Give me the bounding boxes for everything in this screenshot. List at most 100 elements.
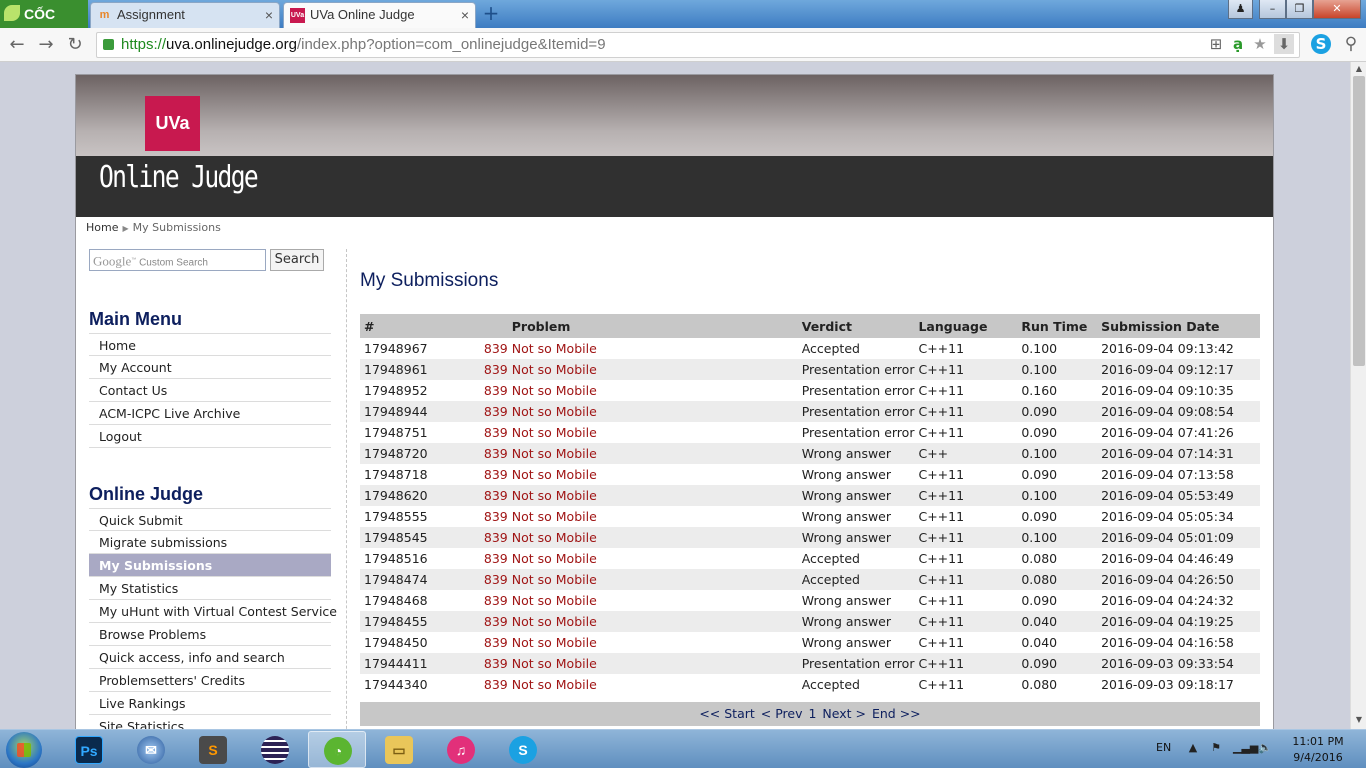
system-clock[interactable]: 11:01 PM 9/4/2016 bbox=[1286, 734, 1350, 766]
problem-id-link[interactable]: 839 bbox=[480, 425, 508, 440]
page-scrollbar[interactable]: ▲ ▼ bbox=[1350, 62, 1366, 729]
close-tab-icon[interactable]: × bbox=[265, 3, 273, 27]
reload-button[interactable]: ↻ bbox=[64, 34, 86, 56]
problem-id-link[interactable]: 839 bbox=[480, 593, 508, 608]
problem-id-link[interactable]: 839 bbox=[480, 446, 508, 461]
taskbar-coccoc-browser[interactable]: ◔ bbox=[308, 731, 366, 768]
menu-item-uhunt[interactable]: My uHunt with Virtual Contest Service bbox=[89, 600, 337, 623]
close-tab-icon[interactable]: × bbox=[461, 3, 469, 27]
menu-item-home[interactable]: Home bbox=[89, 333, 331, 356]
download-icon[interactable]: ⬇ bbox=[1274, 34, 1294, 54]
problem-title-link[interactable]: Not so Mobile bbox=[512, 656, 597, 671]
start-button[interactable] bbox=[6, 732, 42, 768]
menu-item-logout[interactable]: Logout bbox=[89, 425, 331, 448]
taskbar-thunderbird[interactable]: ✉ bbox=[122, 731, 180, 768]
problem-id-link[interactable]: 839 bbox=[480, 635, 508, 650]
maximize-button[interactable]: ❐ bbox=[1286, 0, 1313, 19]
action-center-icon[interactable]: ⚑ bbox=[1209, 741, 1223, 755]
menu-item-my-statistics[interactable]: My Statistics bbox=[89, 577, 331, 600]
menu-item-my-account[interactable]: My Account bbox=[89, 356, 331, 379]
volume-icon[interactable]: 🔈 bbox=[1258, 741, 1272, 755]
menu-item-site-statistics[interactable]: Site Statistics bbox=[89, 715, 331, 729]
taskbar-sublime-text[interactable]: S bbox=[184, 731, 242, 768]
problem-id-link[interactable]: 839 bbox=[480, 551, 508, 566]
address-bar[interactable]: https://uva.onlinejudge.org/index.php?op… bbox=[96, 32, 1300, 58]
browser-logo[interactable]: CỐC CỐC bbox=[0, 0, 88, 50]
profile-button[interactable]: ♟ bbox=[1228, 0, 1253, 19]
search-input[interactable]: Google™ Custom Search bbox=[89, 249, 266, 271]
problem-title-link[interactable]: Not so Mobile bbox=[512, 446, 597, 461]
menu-item-live-rankings[interactable]: Live Rankings bbox=[89, 692, 331, 715]
scrollbar-thumb[interactable] bbox=[1353, 76, 1365, 366]
problem-id-link[interactable]: 839 bbox=[480, 488, 508, 503]
vietnamese-input-icon[interactable]: ạ bbox=[1228, 34, 1248, 54]
problem-title-link[interactable]: Not so Mobile bbox=[512, 425, 597, 440]
problem-title-link[interactable]: Not so Mobile bbox=[512, 362, 597, 377]
problem-id-link[interactable]: 839 bbox=[480, 656, 508, 671]
problem-id-link[interactable]: 839 bbox=[480, 677, 508, 692]
menu-item-browse-problems[interactable]: Browse Problems bbox=[89, 623, 331, 646]
tab-assignment[interactable]: m Assignment × bbox=[90, 2, 280, 28]
verdict: Presentation error bbox=[797, 422, 915, 443]
problem-title-link[interactable]: Not so Mobile bbox=[512, 635, 597, 650]
table-row: 17948751 839 Not so Mobile Presentation err… bbox=[360, 422, 1260, 443]
problem-id-link[interactable]: 839 bbox=[480, 404, 508, 419]
problem-id-link[interactable]: 839 bbox=[480, 572, 508, 587]
tab-uva-online-judge[interactable]: UVa UVa Online Judge × bbox=[283, 2, 476, 28]
problem-id-link[interactable]: 839 bbox=[480, 614, 508, 629]
search-button[interactable]: Search bbox=[270, 249, 324, 271]
problem-id-link[interactable]: 839 bbox=[480, 341, 508, 356]
menu-icon[interactable]: ⚲ bbox=[1341, 34, 1361, 54]
menu-item-problemsetters-credits[interactable]: Problemsetters' Credits bbox=[89, 669, 331, 692]
menu-item-live-archive[interactable]: ACM-ICPC Live Archive bbox=[89, 402, 331, 425]
problem-id-link[interactable]: 839 bbox=[480, 383, 508, 398]
language-indicator[interactable]: EN bbox=[1156, 741, 1171, 754]
breadcrumb-home[interactable]: Home bbox=[86, 221, 118, 234]
pagination-end[interactable]: End >> bbox=[872, 706, 921, 721]
scroll-up-icon[interactable]: ▲ bbox=[1354, 64, 1364, 74]
menu-item-contact-us[interactable]: Contact Us bbox=[89, 379, 331, 402]
problem-title-link[interactable]: Not so Mobile bbox=[512, 572, 597, 587]
problem-title-link[interactable]: Not so Mobile bbox=[512, 467, 597, 482]
taskbar-file-explorer[interactable]: ▭ bbox=[370, 731, 428, 768]
new-tab-button[interactable]: + bbox=[482, 3, 500, 23]
problem-title-link[interactable]: Not so Mobile bbox=[512, 404, 597, 419]
skype-extension-icon[interactable]: S bbox=[1311, 34, 1331, 54]
problem-title-link[interactable]: Not so Mobile bbox=[512, 677, 597, 692]
back-button[interactable]: ← bbox=[6, 34, 28, 56]
uva-logo[interactable]: UVa bbox=[145, 96, 200, 151]
bookmark-star-icon[interactable]: ★ bbox=[1250, 34, 1270, 54]
problem-title-link[interactable]: Not so Mobile bbox=[512, 341, 597, 356]
menu-item-migrate-submissions[interactable]: Migrate submissions bbox=[89, 531, 331, 554]
taskbar-eclipse[interactable] bbox=[246, 731, 304, 768]
problem-title-link[interactable]: Not so Mobile bbox=[512, 551, 597, 566]
translate-icon[interactable]: ⊞ bbox=[1206, 34, 1226, 54]
problem-id-link[interactable]: 839 bbox=[480, 530, 508, 545]
network-signal-icon[interactable]: ▁▃▅ bbox=[1233, 741, 1258, 755]
pagination-next[interactable]: Next > bbox=[822, 706, 866, 721]
forward-button[interactable]: → bbox=[35, 34, 57, 56]
close-window-button[interactable]: ✕ bbox=[1313, 0, 1361, 19]
problem-title-link[interactable]: Not so Mobile bbox=[512, 488, 597, 503]
submission-id: 17948516 bbox=[360, 548, 476, 569]
problem-id-link[interactable]: 839 bbox=[480, 362, 508, 377]
problem-title-link[interactable]: Not so Mobile bbox=[512, 383, 597, 398]
minimize-button[interactable]: – bbox=[1259, 0, 1286, 19]
menu-item-quick-access[interactable]: Quick access, info and search bbox=[89, 646, 331, 669]
pagination-start[interactable]: << Start bbox=[699, 706, 754, 721]
problem-id-link[interactable]: 839 bbox=[480, 467, 508, 482]
problem-title-link[interactable]: Not so Mobile bbox=[512, 593, 597, 608]
show-hidden-icons-icon[interactable]: ▲ bbox=[1186, 741, 1200, 755]
menu-item-quick-submit[interactable]: Quick Submit bbox=[89, 508, 331, 531]
taskbar-photoshop[interactable]: Ps bbox=[60, 731, 118, 768]
pagination-prev[interactable]: < Prev bbox=[761, 706, 803, 721]
problem-id-link[interactable]: 839 bbox=[480, 509, 508, 524]
run-time: 0.080 bbox=[1017, 674, 1098, 695]
scroll-down-icon[interactable]: ▼ bbox=[1354, 715, 1364, 725]
menu-item-my-submissions[interactable]: My Submissions bbox=[89, 554, 331, 577]
taskbar-skype[interactable]: S bbox=[494, 731, 552, 768]
taskbar-music-player[interactable]: ♫ bbox=[432, 731, 490, 768]
problem-title-link[interactable]: Not so Mobile bbox=[512, 614, 597, 629]
problem-title-link[interactable]: Not so Mobile bbox=[512, 530, 597, 545]
problem-title-link[interactable]: Not so Mobile bbox=[512, 509, 597, 524]
